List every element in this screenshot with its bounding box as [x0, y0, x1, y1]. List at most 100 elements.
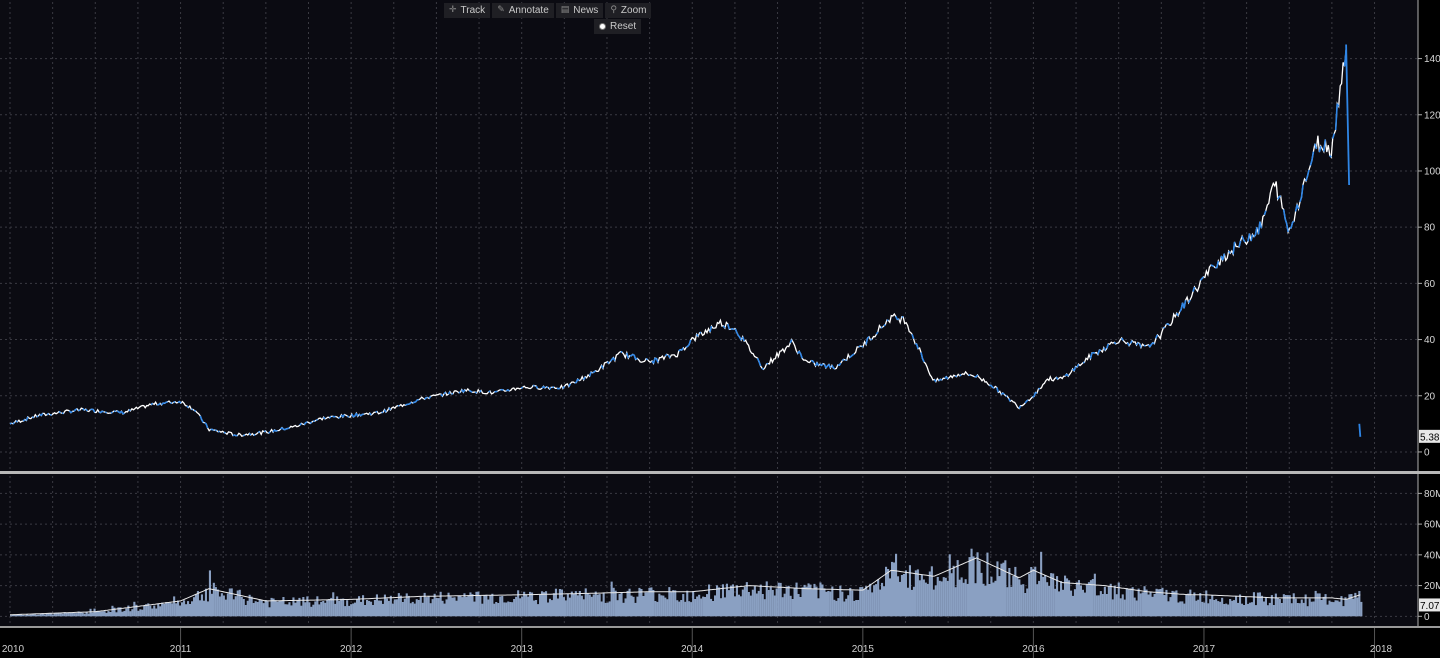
price-down-segment	[1167, 323, 1170, 326]
volume-bar	[720, 598, 723, 617]
volume-bar	[356, 599, 359, 617]
volume-bar	[1066, 578, 1069, 617]
volume-bar	[282, 597, 285, 617]
track-label: Track	[460, 5, 486, 16]
volume-bar	[714, 595, 717, 617]
volume-bar	[350, 604, 353, 617]
volume-bar	[566, 594, 569, 617]
volume-bar	[1081, 589, 1084, 617]
news-button[interactable]: ▤ News	[555, 3, 604, 18]
zoom-button[interactable]: ⚲ Zoom	[605, 3, 652, 18]
volume-bar	[1177, 602, 1180, 617]
volume-bar	[1163, 595, 1166, 617]
volume-bar	[1211, 595, 1214, 617]
volume-bar	[202, 600, 205, 617]
volume-bar	[682, 594, 685, 617]
volume-bar	[529, 591, 532, 617]
price-down-segment	[620, 350, 623, 354]
volume-bar	[558, 589, 561, 617]
volume-bar	[600, 601, 603, 617]
volume-bar	[1105, 594, 1108, 617]
volume-bar	[1129, 588, 1132, 617]
volume-bar	[495, 602, 498, 617]
volume-bar	[149, 605, 152, 617]
volume-bar	[131, 609, 134, 617]
volume-bar	[191, 601, 194, 617]
volume-bar	[986, 552, 989, 617]
volume-bar	[133, 601, 136, 617]
volume-bar	[123, 610, 126, 617]
price-down-segment	[443, 391, 447, 395]
x-tick-label: 2013	[511, 644, 534, 655]
volume-bar	[206, 601, 209, 617]
price-y-tick-label: 140	[1424, 54, 1440, 65]
volume-bar	[1193, 592, 1196, 617]
volume-bar	[1153, 594, 1156, 617]
track-button[interactable]: ✛ Track	[444, 3, 491, 18]
volume-bar	[1046, 582, 1049, 617]
volume-bar	[260, 600, 263, 617]
volume-bar	[954, 587, 957, 617]
price-down-segment	[654, 357, 657, 360]
reset-button[interactable]: Reset	[594, 19, 642, 34]
price-down-segment	[58, 410, 62, 414]
volume-bar	[493, 603, 496, 617]
volume-bar	[360, 601, 363, 617]
volume-bar	[761, 594, 764, 617]
volume-bar	[535, 600, 538, 617]
volume-bar	[1322, 596, 1325, 617]
volume-bar	[994, 580, 997, 617]
volume-bar	[1346, 598, 1349, 617]
volume-bar	[976, 552, 979, 617]
volume-bar	[606, 602, 609, 617]
volume-bar	[912, 586, 915, 617]
volume-bar	[1207, 603, 1210, 617]
price-down-segment	[122, 412, 125, 415]
volume-bar	[10, 615, 13, 617]
price-down-segment	[645, 358, 648, 361]
volume-bar	[505, 602, 508, 617]
volume-bar	[1052, 573, 1055, 617]
volume-bar	[471, 594, 474, 617]
volume-bar	[1000, 563, 1003, 617]
volume-bar	[654, 601, 657, 617]
price-volume-chart[interactable]: 7.07 5.38 2010 2011 2012 2013 2014 2015 2016 20…	[0, 0, 1440, 658]
volume-bar	[1229, 599, 1232, 617]
annotate-label: Annotate	[508, 5, 549, 16]
volume-bar	[1318, 593, 1321, 617]
volume-bar	[425, 597, 428, 617]
volume-bar	[252, 603, 255, 617]
volume-bar	[690, 602, 693, 617]
volume-bar	[491, 593, 494, 617]
volume-bar	[964, 579, 967, 617]
annotate-button[interactable]: ✎ Annotate	[492, 3, 554, 18]
price-down-segment	[243, 434, 246, 437]
volume-bar	[698, 594, 701, 617]
volume-bar	[443, 603, 446, 617]
volume-bar	[1070, 590, 1073, 617]
price-down-segment	[128, 409, 131, 412]
volume-bar	[397, 593, 400, 617]
price-down-segment	[1199, 278, 1203, 281]
volume-bar	[16, 614, 19, 617]
price-down-segment	[22, 418, 26, 422]
volume-bar	[576, 595, 579, 617]
volume-bar	[485, 594, 488, 617]
volume-bar	[731, 584, 734, 617]
volume-bar	[737, 594, 740, 617]
volume-bar	[83, 613, 86, 617]
price-down-segment	[861, 345, 864, 348]
volume-bar	[898, 581, 901, 617]
volume-bar	[1256, 592, 1259, 617]
volume-bar	[545, 591, 548, 617]
volume-bar	[902, 574, 905, 617]
volume-bar	[1054, 588, 1057, 617]
volume-bar	[1075, 582, 1078, 617]
volume-bar	[284, 604, 287, 617]
price-down-segment	[1026, 399, 1029, 402]
volume-bar	[1038, 580, 1041, 617]
price-y-tick-label: 20	[1424, 391, 1436, 402]
volume-bar	[702, 596, 705, 617]
volume-bar	[461, 597, 464, 617]
price-down-segment	[1292, 220, 1295, 223]
